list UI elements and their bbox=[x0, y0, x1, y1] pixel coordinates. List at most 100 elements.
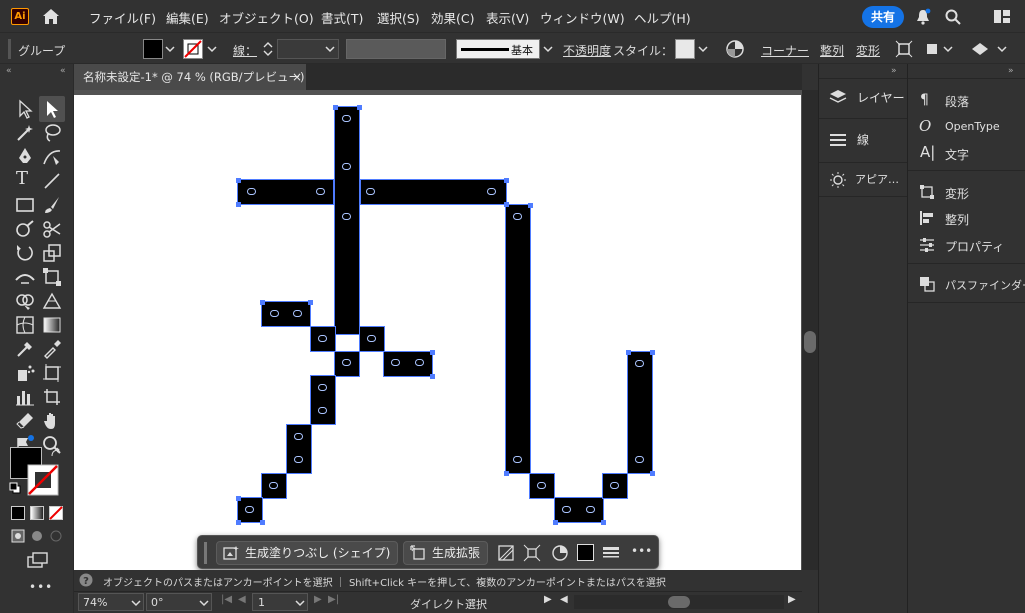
paintbrush-icon[interactable] bbox=[41, 194, 63, 216]
generative-fill-button[interactable]: 生成塗りつぶし (シェイプ) bbox=[216, 541, 398, 565]
live-corner-widget[interactable] bbox=[415, 359, 424, 366]
live-corner-widget[interactable] bbox=[316, 188, 325, 195]
anchor-point[interactable] bbox=[601, 520, 606, 525]
horizontal-scrollbar[interactable] bbox=[574, 595, 784, 609]
artwork-path[interactable] bbox=[505, 204, 531, 474]
anchor-point[interactable] bbox=[236, 520, 241, 525]
live-corner-widget[interactable] bbox=[513, 213, 522, 220]
recolor-icon[interactable] bbox=[551, 544, 569, 562]
chevron-down-icon[interactable] bbox=[164, 39, 176, 59]
anchor-point[interactable] bbox=[504, 178, 509, 183]
control-bar-grip[interactable] bbox=[8, 39, 11, 59]
anchor-point[interactable] bbox=[650, 350, 655, 355]
panel-paragraph[interactable]: ¶ 段落 bbox=[919, 92, 1019, 118]
anchor-point[interactable] bbox=[333, 105, 338, 110]
live-corner-widget[interactable] bbox=[487, 188, 496, 195]
search-icon[interactable] bbox=[944, 8, 962, 26]
swap-colors-icon[interactable] bbox=[50, 447, 62, 459]
pen-tool-icon[interactable] bbox=[14, 146, 36, 168]
scale-tool-icon[interactable] bbox=[41, 242, 63, 264]
live-corner-widget[interactable] bbox=[513, 456, 522, 463]
live-corner-widget[interactable] bbox=[342, 359, 351, 366]
live-corner-widget[interactable] bbox=[586, 506, 595, 513]
panel-menu-icon[interactable] bbox=[970, 40, 1010, 58]
artwork-path[interactable] bbox=[360, 179, 507, 205]
document-tab[interactable]: 名称未設定-1* @ 74 % (RGB/プレビュー) × bbox=[74, 64, 306, 90]
more-options-icon[interactable]: ••• bbox=[631, 544, 652, 558]
first-artboard-icon[interactable]: |◀ bbox=[221, 594, 232, 605]
brush-definition[interactable]: 基本 bbox=[456, 39, 540, 59]
menu-type[interactable]: 書式(T) bbox=[321, 8, 363, 27]
panel-appearance[interactable]: アピア… bbox=[829, 170, 904, 196]
live-corner-widget[interactable] bbox=[342, 213, 351, 220]
live-corner-widget[interactable] bbox=[635, 456, 644, 463]
rectangle-tool-icon[interactable] bbox=[14, 194, 36, 216]
expand-icon[interactable]: » bbox=[891, 66, 897, 76]
anchor-point[interactable] bbox=[430, 374, 435, 379]
home-icon[interactable] bbox=[40, 6, 62, 26]
live-corner-widget[interactable] bbox=[318, 335, 327, 342]
collapse-icon[interactable]: « bbox=[6, 66, 12, 76]
live-corner-widget[interactable] bbox=[245, 506, 254, 513]
recolor-artwork-icon[interactable] bbox=[725, 39, 745, 59]
rotation-field[interactable]: 0° bbox=[146, 593, 212, 611]
panel-align[interactable]: 整列 bbox=[919, 210, 1019, 236]
anchor-point[interactable] bbox=[357, 105, 362, 110]
anchor-point[interactable] bbox=[553, 520, 558, 525]
vertical-scrollbar[interactable] bbox=[802, 90, 818, 570]
none-mode-icon[interactable] bbox=[49, 506, 63, 520]
anchor-point[interactable] bbox=[260, 300, 265, 305]
arrange-icon[interactable] bbox=[925, 40, 953, 58]
symbol-sprayer-icon[interactable] bbox=[14, 362, 36, 384]
panel-stroke[interactable]: 線 bbox=[829, 130, 904, 156]
variable-width-profile[interactable] bbox=[346, 39, 446, 59]
stroke-swatch[interactable] bbox=[183, 39, 203, 59]
align-label[interactable]: 整列 bbox=[820, 42, 844, 59]
anchor-point[interactable] bbox=[236, 496, 241, 501]
column-graph-icon[interactable] bbox=[14, 386, 36, 408]
scroll-right-icon[interactable]: ▶ bbox=[788, 594, 796, 605]
scroll-left-icon[interactable]: ◀ bbox=[560, 594, 568, 605]
eyedropper-icon[interactable] bbox=[41, 338, 63, 360]
shape-builder-icon[interactable] bbox=[14, 290, 36, 312]
live-corner-widget[interactable] bbox=[342, 163, 351, 170]
status-menu-icon[interactable]: ▶ bbox=[544, 594, 552, 605]
shaper-tool-icon[interactable] bbox=[14, 218, 36, 240]
live-corner-widget[interactable] bbox=[610, 482, 619, 489]
panel-character[interactable]: A| 文字 bbox=[919, 143, 1019, 171]
menu-edit[interactable]: 編集(E) bbox=[166, 8, 209, 27]
fill-color-button[interactable] bbox=[577, 544, 594, 561]
anchor-point[interactable] bbox=[504, 202, 509, 207]
slice-tool-icon[interactable] bbox=[41, 386, 63, 408]
last-artboard-icon[interactable]: ▶| bbox=[328, 594, 339, 605]
menu-effect[interactable]: 効果(C) bbox=[431, 8, 474, 27]
curvature-tool-icon[interactable] bbox=[41, 146, 63, 168]
direct-selection-tool-icon[interactable] bbox=[41, 98, 63, 120]
transform-icon[interactable] bbox=[523, 544, 541, 562]
panel-transform[interactable]: 変形 bbox=[919, 184, 1019, 210]
generative-expand-button[interactable]: 生成拡張 bbox=[403, 541, 488, 565]
menu-view[interactable]: 表示(V) bbox=[486, 8, 529, 27]
scroll-thumb[interactable] bbox=[668, 596, 690, 608]
magic-wand-icon[interactable] bbox=[14, 122, 36, 144]
draw-inside-icon[interactable] bbox=[49, 529, 63, 543]
live-corner-widget[interactable] bbox=[318, 384, 327, 391]
chevron-down-icon[interactable] bbox=[199, 597, 209, 609]
mesh-tool-icon[interactable] bbox=[14, 314, 36, 336]
anchor-point[interactable] bbox=[430, 350, 435, 355]
anchor-point[interactable] bbox=[650, 471, 655, 476]
panel-opentype[interactable]: O OpenType bbox=[919, 117, 1019, 145]
selection-tool-icon[interactable] bbox=[14, 98, 36, 120]
blend-tool-icon[interactable] bbox=[14, 338, 36, 360]
chevron-down-icon[interactable] bbox=[295, 597, 305, 609]
collapse-icon[interactable]: « bbox=[60, 66, 66, 76]
live-corner-widget[interactable] bbox=[562, 506, 571, 513]
anchor-point[interactable] bbox=[260, 520, 265, 525]
pattern-icon[interactable] bbox=[497, 544, 515, 562]
previous-artboard-icon[interactable]: ◀ bbox=[238, 594, 246, 605]
lasso-icon[interactable] bbox=[41, 122, 63, 144]
chevron-down-icon[interactable] bbox=[542, 39, 554, 59]
menu-object[interactable]: オブジェクト(O) bbox=[219, 8, 314, 27]
artwork-path[interactable] bbox=[627, 351, 653, 474]
width-tool-icon[interactable] bbox=[14, 266, 36, 288]
